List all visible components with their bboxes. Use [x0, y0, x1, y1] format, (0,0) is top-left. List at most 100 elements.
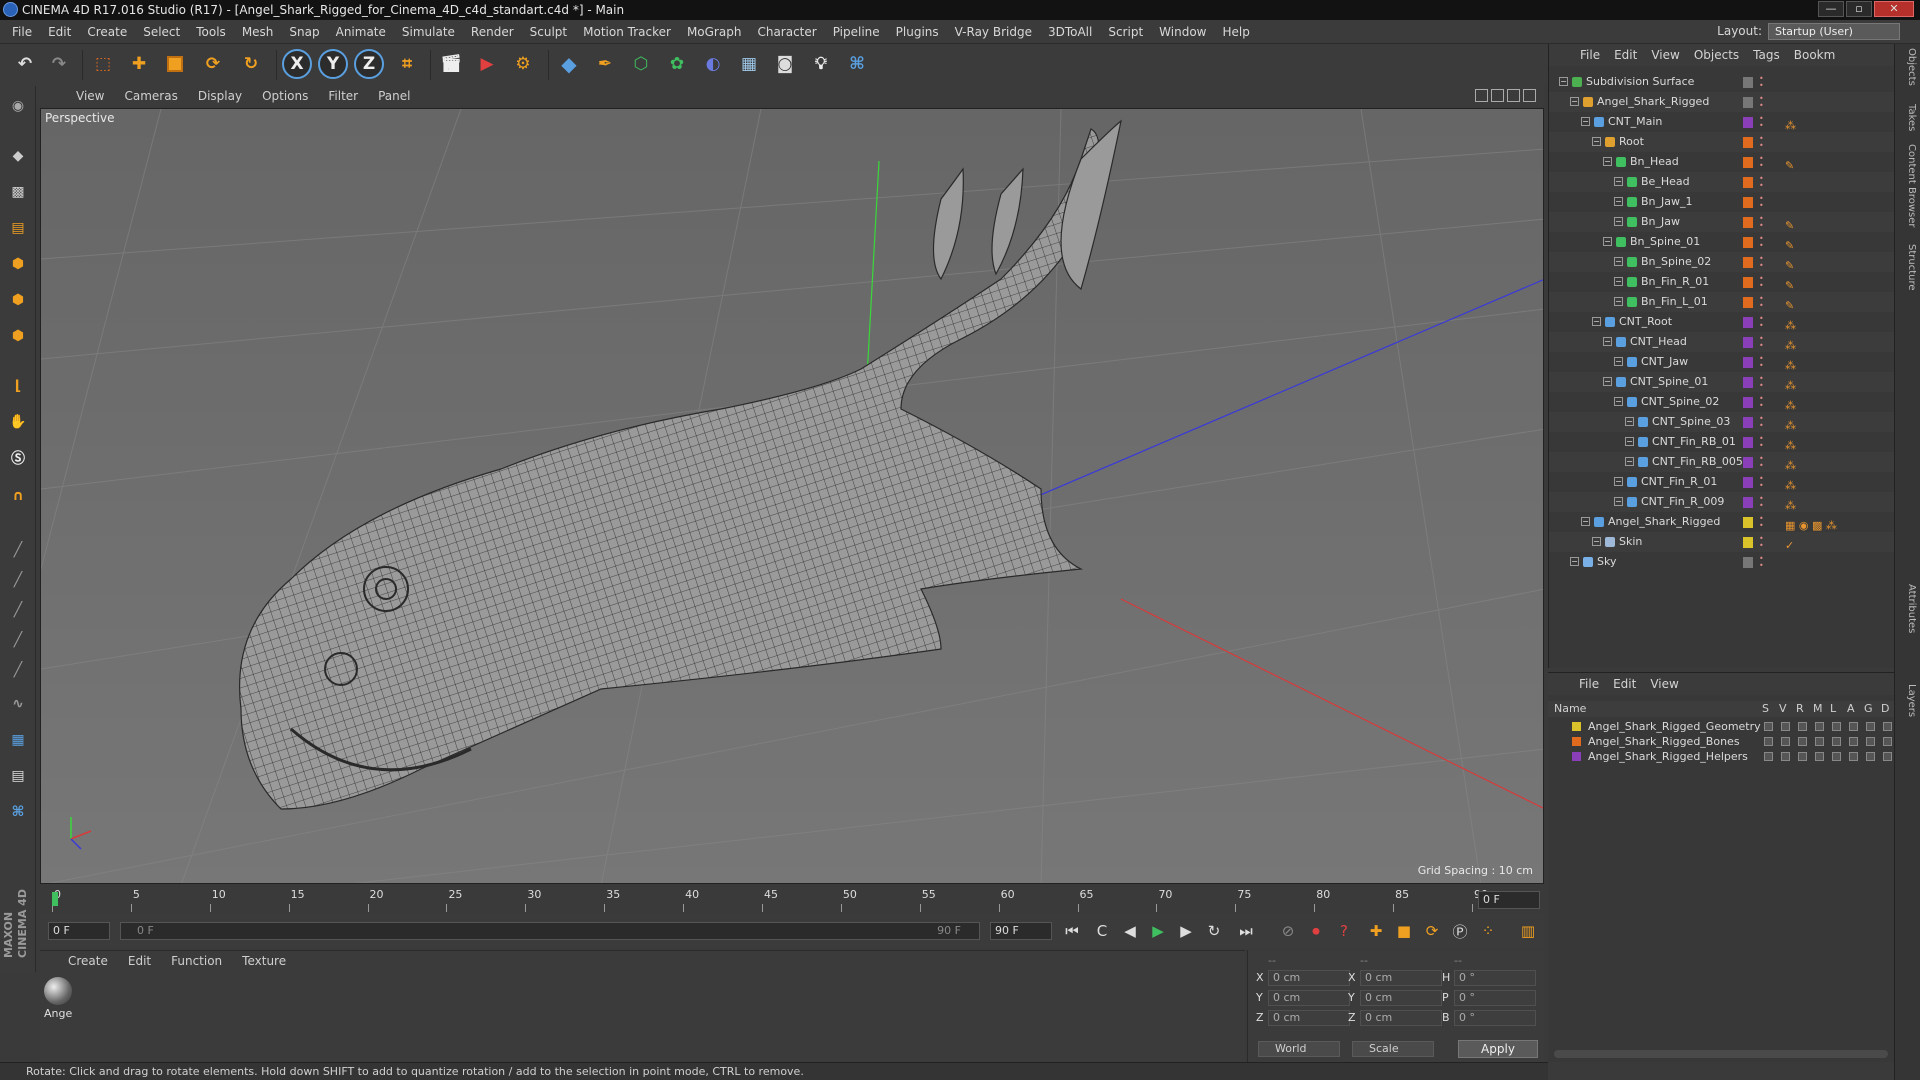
expand-toggle-icon[interactable]: −: [1592, 537, 1601, 546]
edges-mode-icon[interactable]: ⬢: [4, 286, 32, 314]
coordinate-mode-dropdown[interactable]: World: [1258, 1041, 1340, 1057]
layer-color-swatch[interactable]: [1572, 722, 1581, 731]
menu-script[interactable]: Script: [1100, 25, 1151, 39]
deformer-icon[interactable]: ◐: [698, 49, 728, 79]
object-menu-file[interactable]: File: [1573, 48, 1607, 62]
object-row[interactable]: − Sky • •: [1549, 552, 1895, 572]
redo-icon[interactable]: ↷: [44, 49, 74, 79]
layer-name[interactable]: Angel_Shark_Rigged_Helpers: [1588, 749, 1748, 764]
object-row[interactable]: − Bn_Fin_L_01 • • ✎: [1549, 292, 1895, 312]
object-row[interactable]: − Skin • • ✓: [1549, 532, 1895, 552]
layer-toggle-icon[interactable]: [1849, 722, 1858, 731]
expand-toggle-icon[interactable]: −: [1559, 77, 1568, 86]
expand-toggle-icon[interactable]: −: [1625, 417, 1634, 426]
menu-window[interactable]: Window: [1151, 25, 1214, 39]
menu-motion-tracker[interactable]: Motion Tracker: [575, 25, 679, 39]
material-name[interactable]: Ange: [44, 1007, 72, 1020]
expand-toggle-icon[interactable]: −: [1625, 457, 1634, 466]
layer-toggle-icon[interactable]: [1781, 722, 1790, 731]
coord-value-field[interactable]: 0 cm: [1360, 990, 1442, 1006]
stage-icon[interactable]: ▤: [4, 762, 32, 790]
key-pla-icon[interactable]: ⁘: [1476, 920, 1500, 942]
record-disabled-icon[interactable]: ⊘: [1276, 920, 1300, 942]
layer-name[interactable]: Angel_Shark_Rigged_Geometry: [1588, 719, 1761, 734]
timeline-window-icon[interactable]: ▥: [1516, 920, 1540, 942]
layer-color-tag[interactable]: [1743, 497, 1753, 508]
menu-file[interactable]: File: [4, 25, 40, 39]
coord-value-field[interactable]: 0 cm: [1360, 970, 1442, 986]
tweak-mode-icon[interactable]: ✋: [4, 408, 32, 436]
timeline-playhead[interactable]: [52, 892, 58, 906]
object-row[interactable]: − Bn_Spine_02 • • ✎: [1549, 252, 1895, 272]
visibility-dots[interactable]: • •: [1759, 255, 1764, 270]
expand-toggle-icon[interactable]: −: [1614, 217, 1623, 226]
material-menu-texture[interactable]: Texture: [232, 954, 296, 968]
viewport-menu-cameras[interactable]: Cameras: [114, 89, 187, 103]
layer-color-tag[interactable]: [1743, 97, 1753, 108]
subdivision-generator-icon[interactable]: ⬡: [626, 49, 656, 79]
expand-toggle-icon[interactable]: −: [1625, 437, 1634, 446]
visibility-dots[interactable]: • •: [1759, 75, 1764, 90]
snap-icon[interactable]: Ⓢ: [4, 444, 32, 472]
layer-column-g[interactable]: G: [1864, 702, 1873, 715]
object-name[interactable]: CNT_Root: [1619, 312, 1672, 332]
viewport-menu-display[interactable]: Display: [188, 89, 252, 103]
visibility-dots[interactable]: • •: [1759, 135, 1764, 150]
coord-value-field[interactable]: 0 cm: [1360, 1010, 1442, 1026]
layer-toggle-icon[interactable]: [1764, 722, 1773, 731]
layer-toggle-icon[interactable]: [1798, 752, 1807, 761]
live-selection-icon[interactable]: ⬚: [88, 49, 118, 79]
object-name[interactable]: Subdivision Surface: [1586, 72, 1694, 92]
layer-color-tag[interactable]: [1743, 77, 1753, 88]
expand-toggle-icon[interactable]: −: [1581, 517, 1590, 526]
menu-snap[interactable]: Snap: [281, 25, 327, 39]
layer-color-swatch[interactable]: [1572, 752, 1581, 761]
move-icon[interactable]: ✚: [124, 49, 154, 79]
previous-key-icon[interactable]: C: [1090, 920, 1114, 942]
expand-toggle-icon[interactable]: −: [1614, 277, 1623, 286]
autokey-icon[interactable]: ?: [1332, 920, 1356, 942]
knife-icon[interactable]: ∿: [4, 690, 32, 718]
visibility-dots[interactable]: • •: [1759, 235, 1764, 250]
layer-toggle-icon[interactable]: [1815, 722, 1824, 731]
object-name[interactable]: Bn_Jaw: [1641, 212, 1680, 232]
object-row[interactable]: − CNT_Fin_R_009 • • ⁂: [1549, 492, 1895, 512]
layer-toggle-icon[interactable]: [1883, 752, 1892, 761]
layer-menu-file[interactable]: File: [1572, 677, 1606, 691]
current-frame-field[interactable]: 0 F: [1478, 891, 1540, 909]
expand-toggle-icon[interactable]: −: [1614, 397, 1623, 406]
menu-edit[interactable]: Edit: [40, 25, 79, 39]
object-row[interactable]: − Bn_Jaw_1 • •: [1549, 192, 1895, 212]
object-menu-view[interactable]: View: [1644, 48, 1686, 62]
layer-row[interactable]: Angel_Shark_Rigged_Bones: [1548, 734, 1894, 749]
start-frame-field[interactable]: 0 F: [48, 922, 110, 940]
coord-value-field[interactable]: 0 cm: [1268, 970, 1350, 986]
layer-column-l[interactable]: L: [1830, 702, 1836, 715]
key-parameter-icon[interactable]: Ⓟ: [1448, 920, 1472, 942]
visibility-dots[interactable]: • •: [1759, 315, 1764, 330]
inflate-brush-icon[interactable]: ╱: [4, 656, 32, 684]
material-menu-create[interactable]: Create: [58, 954, 118, 968]
object-name[interactable]: Bn_Spine_01: [1630, 232, 1700, 252]
object-name[interactable]: CNT_Head: [1630, 332, 1687, 352]
object-row[interactable]: − CNT_Fin_RB_005 • • ⁂: [1549, 452, 1895, 472]
object-name[interactable]: Bn_Fin_L_01: [1641, 292, 1708, 312]
material-menu-edit[interactable]: Edit: [118, 954, 161, 968]
pen-spline-icon[interactable]: ✒: [590, 49, 620, 79]
object-name[interactable]: CNT_Main: [1608, 112, 1662, 132]
object-name[interactable]: CNT_Spine_01: [1630, 372, 1708, 392]
layer-color-tag[interactable]: [1743, 217, 1753, 228]
layer-toggle-icon[interactable]: [1866, 752, 1875, 761]
visibility-dots[interactable]: • •: [1759, 495, 1764, 510]
layer-menu-view[interactable]: View: [1643, 677, 1685, 691]
object-row[interactable]: − CNT_Fin_R_01 • • ⁂: [1549, 472, 1895, 492]
coord-value-field[interactable]: 0 °: [1454, 1010, 1536, 1026]
layer-toggle-icon[interactable]: [1883, 737, 1892, 746]
array-generator-icon[interactable]: ✿: [662, 49, 692, 79]
layer-column-m[interactable]: M: [1813, 702, 1823, 715]
object-name[interactable]: Sky: [1597, 552, 1616, 572]
coord-value-field[interactable]: 0 cm: [1268, 990, 1350, 1006]
expand-toggle-icon[interactable]: −: [1614, 297, 1623, 306]
layer-row[interactable]: Angel_Shark_Rigged_Geometry: [1548, 719, 1894, 734]
layer-toggle-icon[interactable]: [1832, 752, 1841, 761]
